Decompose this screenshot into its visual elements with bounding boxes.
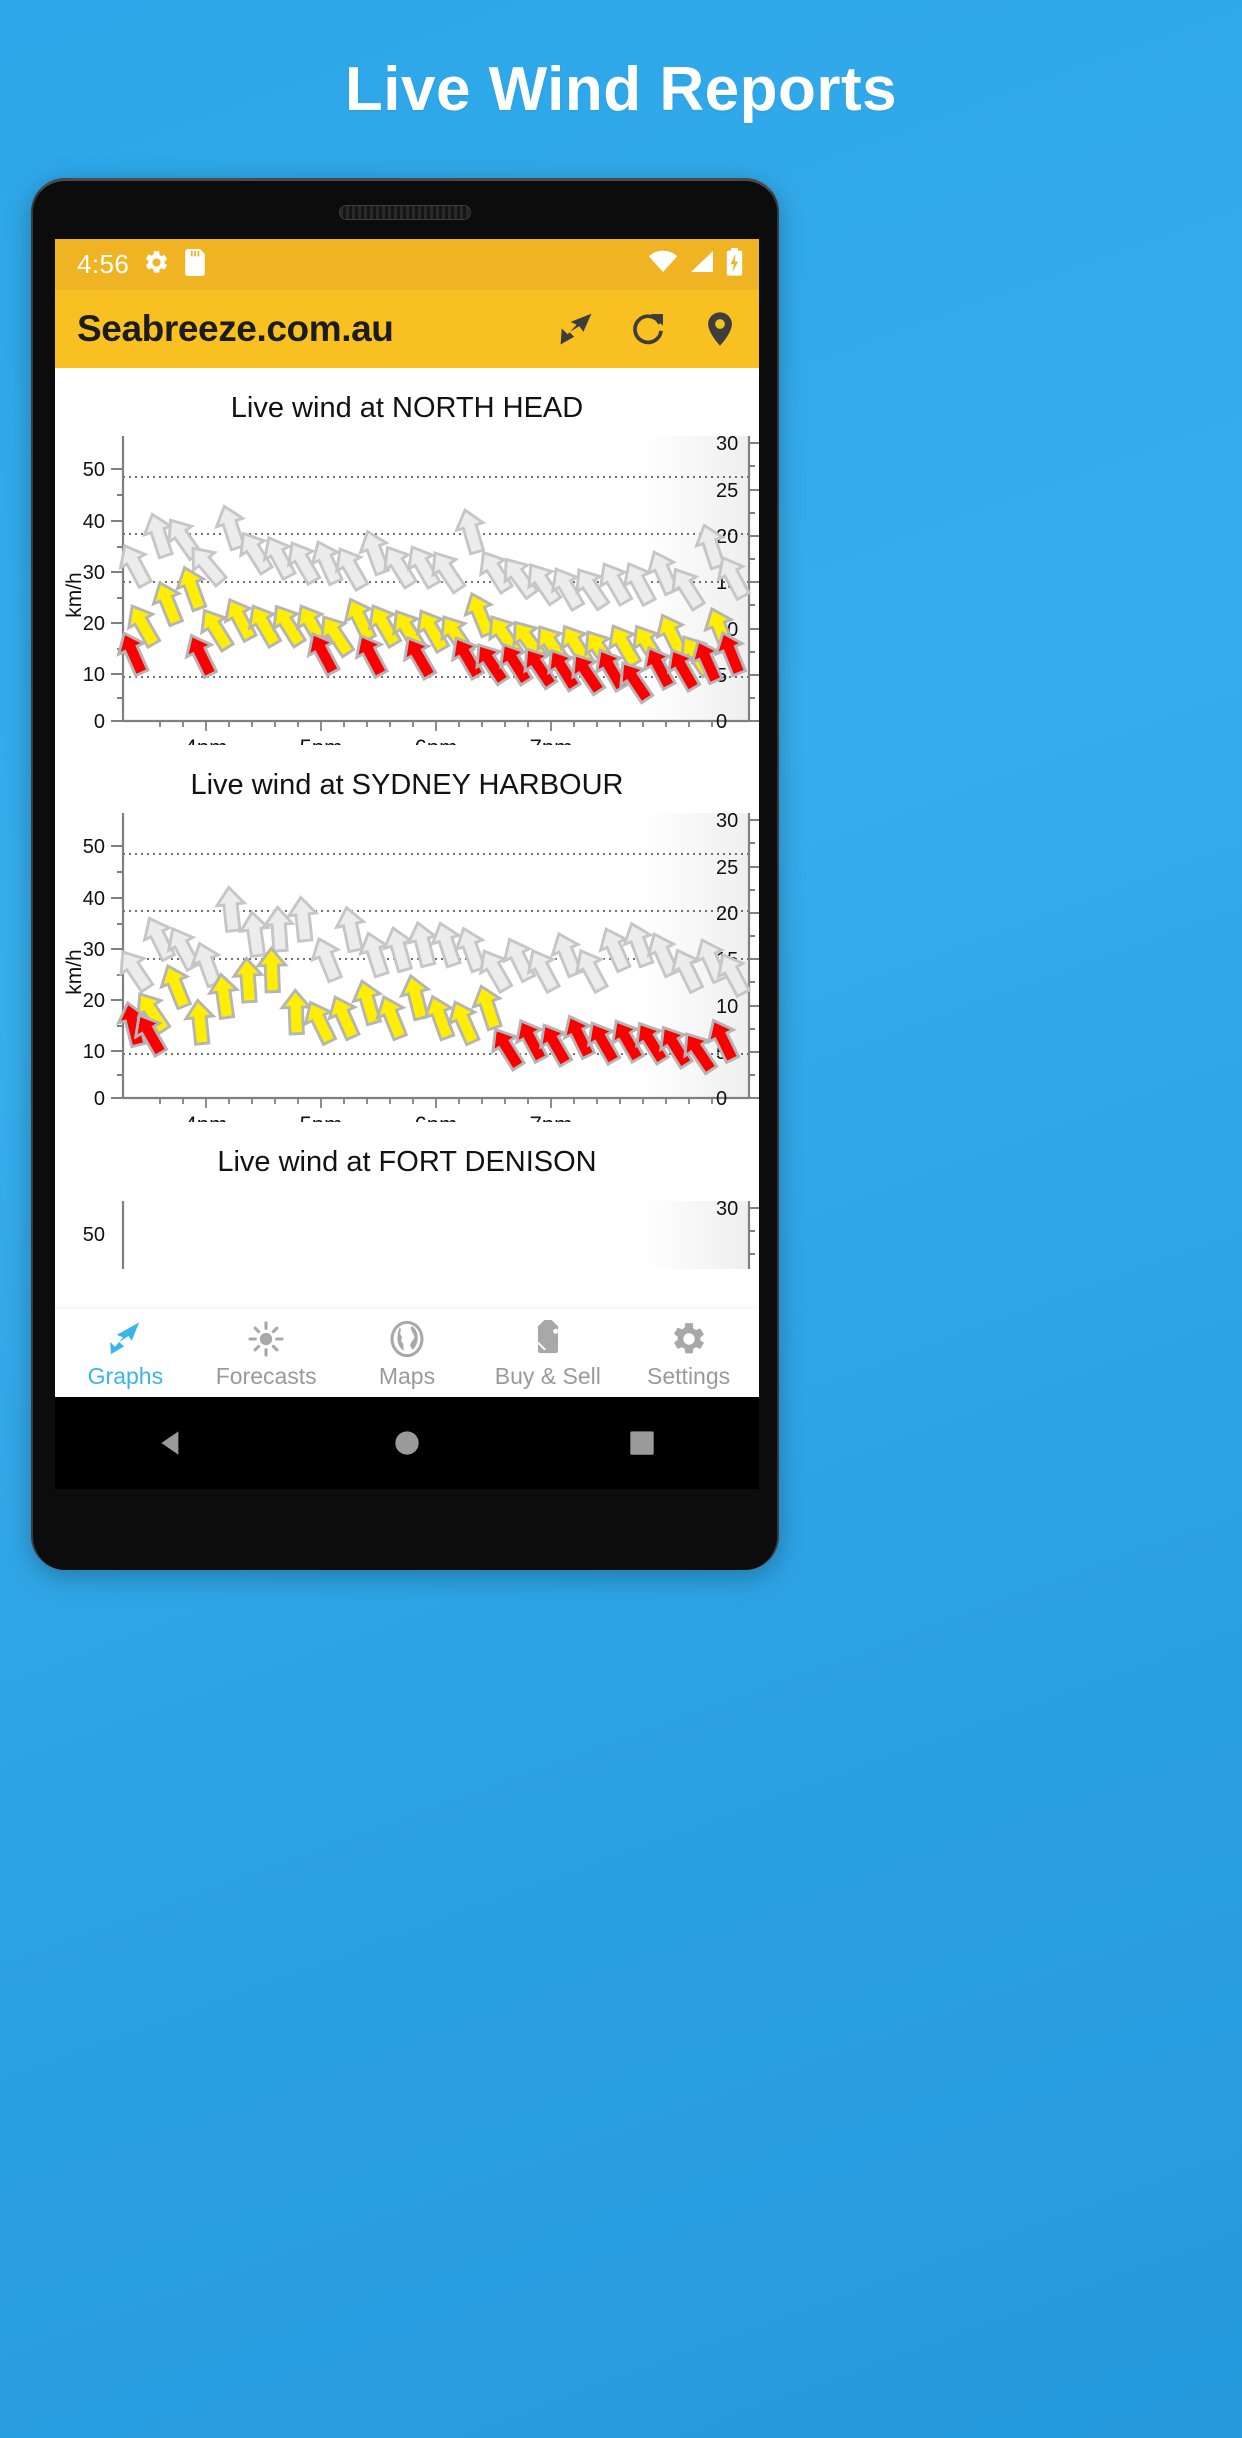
price-tag-icon: [529, 1318, 567, 1360]
svg-text:0: 0: [94, 711, 105, 733]
svg-text:20: 20: [83, 613, 105, 635]
wind-chart-svg: 30 50: [83, 1198, 759, 1269]
status-bar-left: 4:56: [77, 248, 206, 281]
android-system-navigation: [55, 1397, 759, 1489]
cellular-signal-icon: [689, 250, 715, 279]
svg-text:6pm: 6pm: [415, 735, 458, 745]
chart-title: Live wind at FORT DENISON: [217, 1146, 597, 1178]
svg-text:6pm: 6pm: [415, 1112, 458, 1122]
svg-text:0: 0: [716, 711, 727, 733]
svg-text:km/h: km/h: [63, 949, 86, 995]
svg-text:20: 20: [716, 903, 738, 925]
nav-label: Forecasts: [215, 1362, 317, 1389]
chart-block-sydney-harbour: Live wind at SYDNEY HARBOUR 50 40 30 20 …: [55, 745, 759, 1122]
nav-item-buy-sell[interactable]: Buy & Sell: [477, 1310, 618, 1397]
graphs-scroll-content[interactable]: Live wind at NORTH HEAD 50 40 30 20 10 0…: [55, 368, 759, 1309]
svg-text:30: 30: [716, 435, 738, 455]
svg-text:50: 50: [83, 836, 105, 858]
phone-device-frame: 4:56 Seabreeze.com.au Live wind at NORTH…: [31, 178, 779, 1570]
svg-text:5pm: 5pm: [300, 1112, 343, 1122]
back-button[interactable]: [142, 1413, 202, 1473]
svg-text:30: 30: [83, 562, 105, 584]
svg-text:0: 0: [94, 1088, 105, 1110]
nav-item-graphs[interactable]: Graphs: [55, 1310, 196, 1397]
svg-text:4pm: 4pm: [185, 735, 228, 745]
svg-text:7pm: 7pm: [530, 1112, 573, 1122]
nav-item-maps[interactable]: Maps: [337, 1310, 478, 1397]
battery-charging-icon: [726, 248, 743, 281]
svg-text:4pm: 4pm: [185, 1112, 228, 1122]
wind-graph-north-head[interactable]: 50 40 30 20 10 0 km/h 30 25 20 0: [55, 435, 759, 745]
status-bar-right: [648, 248, 743, 281]
wind-graph-sydney-harbour[interactable]: 50 40 30 20 10 0 km/h 30 25 20 10 0: [55, 812, 759, 1122]
gear-icon: [143, 249, 170, 281]
svg-text:10: 10: [83, 1041, 105, 1063]
svg-text:50: 50: [83, 1224, 105, 1246]
wind-chart-svg: 50 40 30 20 10 0 km/h: [63, 435, 759, 745]
nav-label: Buy & Sell: [494, 1362, 601, 1389]
sd-card-icon: [184, 248, 206, 281]
svg-text:25: 25: [716, 857, 738, 879]
svg-text:20: 20: [83, 990, 105, 1012]
arrow-cursor-icon: [106, 1318, 144, 1360]
nav-label: Settings: [647, 1362, 731, 1389]
wind-arrow-icon[interactable]: [555, 308, 597, 350]
nav-item-settings[interactable]: Settings: [618, 1310, 759, 1397]
sun-icon: [247, 1318, 285, 1360]
svg-text:40: 40: [83, 511, 105, 533]
svg-text:5pm: 5pm: [300, 735, 343, 745]
phone-screen: 4:56 Seabreeze.com.au Live wind at NORTH…: [55, 239, 759, 1397]
chart-title: Live wind at SYDNEY HARBOUR: [190, 769, 624, 801]
gear-icon: [670, 1318, 708, 1360]
svg-text:30: 30: [83, 939, 105, 961]
earpiece-speaker: [339, 205, 471, 220]
status-bar-clock: 4:56: [77, 249, 130, 279]
svg-text:0: 0: [716, 1088, 727, 1110]
svg-text:10: 10: [716, 996, 738, 1018]
svg-text:50: 50: [83, 459, 105, 481]
location-pin-icon[interactable]: [699, 308, 741, 350]
app-bar: Seabreeze.com.au: [55, 290, 759, 368]
chart-block-north-head: Live wind at NORTH HEAD 50 40 30 20 10 0…: [55, 368, 759, 745]
svg-text:7pm: 7pm: [530, 735, 573, 745]
wind-chart-svg: 50 40 30 20 10 0 km/h: [63, 812, 759, 1122]
svg-text:km/h: km/h: [63, 572, 86, 618]
svg-text:25: 25: [716, 480, 738, 502]
globe-icon: [388, 1318, 426, 1360]
svg-text:40: 40: [83, 888, 105, 910]
wind-graph-fort-denison[interactable]: 30 50: [55, 1189, 759, 1269]
status-bar: 4:56: [55, 239, 759, 290]
chart-block-fort-denison: Live wind at FORT DENISON 30 50: [55, 1122, 759, 1269]
wifi-icon: [648, 250, 678, 279]
refresh-icon[interactable]: [627, 308, 669, 350]
nav-label: Maps: [378, 1362, 436, 1389]
bottom-navigation-bar: Graphs Forecasts Maps Buy & Sell Setting…: [55, 1309, 759, 1397]
svg-text:30: 30: [716, 812, 738, 832]
chart-title: Live wind at NORTH HEAD: [230, 392, 584, 424]
nav-item-forecasts[interactable]: Forecasts: [196, 1310, 337, 1397]
recents-button[interactable]: [612, 1413, 672, 1473]
app-bar-actions: [555, 308, 741, 350]
page-title: Live Wind Reports: [344, 54, 898, 124]
app-title: Seabreeze.com.au: [77, 308, 394, 349]
svg-text:10: 10: [83, 664, 105, 686]
nav-label: Graphs: [87, 1362, 164, 1389]
page-banner: Live Wind Reports: [0, 0, 1242, 178]
home-button[interactable]: [377, 1413, 437, 1473]
svg-text:30: 30: [716, 1198, 738, 1220]
